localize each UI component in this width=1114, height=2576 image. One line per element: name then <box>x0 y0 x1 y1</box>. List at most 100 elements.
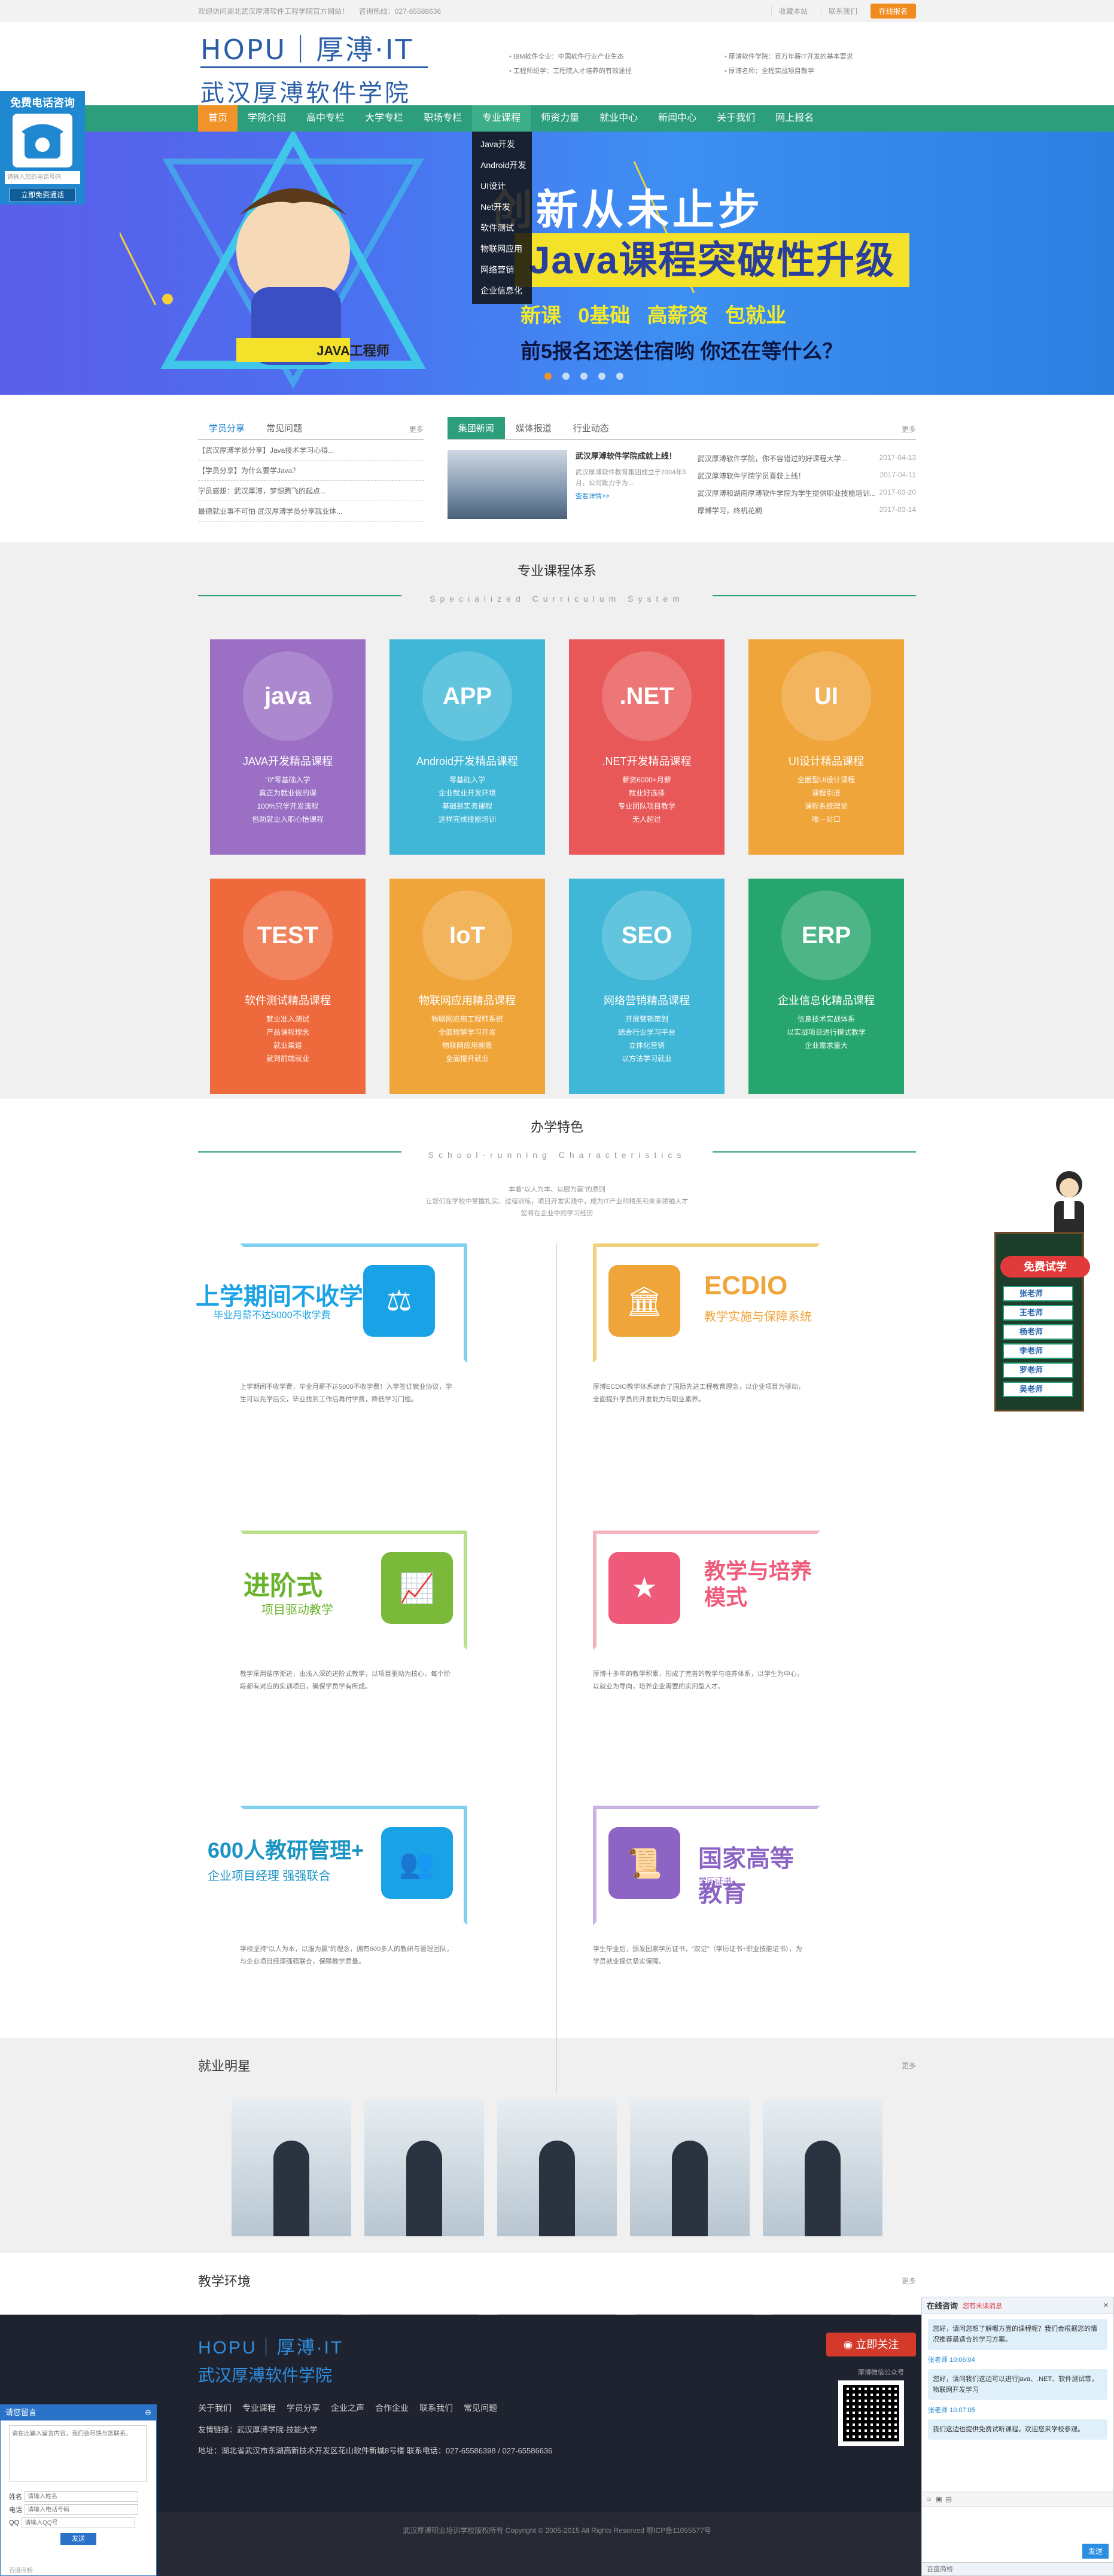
footer-link[interactable]: 合作企业 <box>375 2402 409 2414</box>
nav-item-jobs[interactable]: 就业中心 <box>589 105 648 132</box>
featured-news-title[interactable]: 武汉厚溥软件学院成就上线！ <box>576 450 689 461</box>
dropdown-item[interactable]: UI设计 <box>472 176 532 197</box>
teacher-link[interactable]: 王老师 <box>1003 1305 1073 1321</box>
teacher-link[interactable]: 吴老师 <box>1003 1382 1073 1397</box>
nav-item-home[interactable]: 首页 <box>198 105 238 132</box>
dropdown-item[interactable]: Android开发 <box>472 155 532 176</box>
footer-link[interactable]: 关于我们 <box>198 2402 232 2414</box>
qq-field[interactable] <box>22 2517 136 2528</box>
bookmark-link[interactable]: 收藏本站 <box>771 5 815 16</box>
footer-link[interactable]: 专业课程 <box>242 2402 276 2414</box>
features-heading: 办学特色 School-running Characteristics <box>198 1099 916 1160</box>
site-logo[interactable]: HOPU｜厚溥·IT 武汉厚溥软件学院 <box>198 25 497 106</box>
weibo-follow-button[interactable]: ◉ 立即关注 <box>826 2333 916 2356</box>
dropdown-item[interactable]: Java开发 <box>472 134 532 155</box>
leave-send-button[interactable]: 发送 <box>60 2533 96 2545</box>
footer-link[interactable]: 联系我们 <box>419 2402 453 2414</box>
free-call-button[interactable]: 立即免费通话 <box>9 188 76 202</box>
tab-industry-news[interactable]: 行业动态 <box>562 417 620 439</box>
phone-field[interactable] <box>25 2504 138 2515</box>
teacher-link[interactable]: 罗老师 <box>1003 1362 1073 1378</box>
news-thumbnail[interactable] <box>447 450 567 519</box>
dropdown-item[interactable]: 物联网应用 <box>472 239 532 260</box>
nav-item-about-us[interactable]: 关于我们 <box>707 105 765 132</box>
footer-link[interactable]: 企业之声 <box>331 2402 364 2414</box>
course-points: "0"零基础入学 真正为就业做的课 100%只学开发流程 包助就业入职心怡课程 <box>210 773 366 826</box>
teacher-link[interactable]: 张老师 <box>1003 1286 1073 1301</box>
carousel-dot[interactable] <box>562 373 570 380</box>
name-field[interactable] <box>25 2491 138 2502</box>
star-photo[interactable] <box>630 2099 750 2236</box>
image-icon[interactable]: ▣ <box>936 2495 942 2503</box>
star-photo[interactable] <box>763 2099 882 2236</box>
close-icon[interactable]: ✕ <box>1103 2301 1109 2309</box>
list-item[interactable]: 武汉厚溥和湖南厚溥软件学院为学生提供职业技能培训... 2017-03-20 <box>698 484 916 502</box>
tab-group-news[interactable]: 集团新闻 <box>447 417 505 439</box>
course-card[interactable]: APP Android开发精品课程 零基础入学 企业就业开发环境 基础到实务课程 这样… <box>389 639 545 855</box>
list-item[interactable]: 【武汉厚溥学员分享】Java技术学习心得... <box>198 440 424 461</box>
carousel-dot[interactable] <box>544 373 552 380</box>
dropdown-item[interactable]: Net开发 <box>472 197 532 218</box>
signup-online-button[interactable]: 在线报名 <box>870 3 916 19</box>
contact-link[interactable]: 联系我们 <box>820 5 865 16</box>
scale-icon: ⚖ <box>363 1265 435 1337</box>
chat-input-area[interactable]: ☺ ▣ ▤ 发送 百度商桥 <box>922 2492 1113 2575</box>
tab-media-reports[interactable]: 媒体报道 <box>505 417 562 439</box>
nav-item-teachers[interactable]: 师资力量 <box>531 105 589 132</box>
course-point: 基础到实务课程 <box>442 802 492 810</box>
nav-item-about-school[interactable]: 学院介绍 <box>238 105 296 132</box>
carousel-dot[interactable] <box>616 373 623 380</box>
list-item[interactable]: 武汉厚溥软件学院学员喜获上线！ 2017-04-11 <box>698 467 916 484</box>
course-card[interactable]: ERP 企业信息化精品课程 信息技术实战体系 以实战项目进行模式教学 企业需求量大 <box>748 879 904 1094</box>
tab-student-share[interactable]: 学员分享 <box>198 417 255 439</box>
emoji-icon[interactable]: ☺ <box>926 2496 932 2503</box>
course-card[interactable]: .NET .NET开发精品课程 薪资6000+月薪 就业好选择 专业团队项目教学 无人… <box>569 639 725 855</box>
tab-faq[interactable]: 常见问题 <box>255 417 313 439</box>
star-photo[interactable] <box>364 2099 484 2236</box>
right-news-more-link[interactable]: 更多 <box>902 424 916 434</box>
list-item[interactable]: 武汉厚溥软件学院，你不容错过的好课程大学... 2017-04-13 <box>698 450 916 467</box>
list-item[interactable]: 学员感想：武汉厚溥，梦想腾飞的起点... <box>198 481 424 501</box>
course-card[interactable]: IoT 物联网应用精品课程 物联网应用工程师系统 全面理解学习开发 物联网应用前景全… <box>389 879 545 1094</box>
nav-item-college[interactable]: 大学专栏 <box>355 105 413 132</box>
nav-item-signup[interactable]: 网上报名 <box>765 105 824 132</box>
star-photo[interactable] <box>497 2099 617 2236</box>
list-item[interactable]: 【学员分享】为什么要学Java？ <box>198 461 424 481</box>
hero-banner[interactable]: JAVA工程师 创新从未止步 Java课程突破性升级 新课 0基础 高薪资 包就… <box>0 132 1114 395</box>
feature-no-tuition: 上学期间不收学费 毕业月薪不达5000不收学费 ⚖ 上学期间不收学费，毕业月薪不… <box>196 1243 491 1406</box>
left-news-more-link[interactable]: 更多 <box>409 424 424 434</box>
nav-item-courses[interactable]: 专业课程 Java开发 Android开发 UI设计 Net开发 软件测试 物联… <box>472 105 532 304</box>
free-trial-button[interactable]: 免费试学 <box>1000 1256 1090 1278</box>
footer-link[interactable]: 常见问题 <box>464 2402 497 2414</box>
chat-sender-time: 张老师 10:06:04 <box>928 2356 975 2364</box>
nav-item-news[interactable]: 新闻中心 <box>648 105 707 132</box>
chat-send-button[interactable]: 发送 <box>1082 2544 1109 2559</box>
list-item[interactable]: 厚博学习，终机花期 2017-03-14 <box>698 502 916 519</box>
dropdown-item[interactable]: 网络营销 <box>472 260 532 281</box>
carousel-dot[interactable] <box>598 373 605 380</box>
course-card[interactable]: TEST 软件测试精品课程 就业准入测试 产品课程理念 就业渠道 就到前端就业 <box>210 879 366 1094</box>
course-card[interactable]: java JAVA开发精品课程 "0"零基础入学 真正为就业做的课 100%只学开发… <box>210 639 366 855</box>
dropdown-item[interactable]: 企业信息化 <box>472 281 532 301</box>
course-card[interactable]: UI UI设计精品课程 全面型UI设计课程 课程引进 课程系统理论 唯一对口 <box>748 639 904 855</box>
footer-link[interactable]: 学员分享 <box>287 2402 320 2414</box>
featured-news-more[interactable]: 查看详情>> <box>576 491 689 501</box>
course-point: 全面提升就业 <box>445 1054 489 1063</box>
env-more-link[interactable]: 更多 <box>902 2276 916 2286</box>
list-item[interactable]: 最德就业事不可怕 武汉厚溥学员分享就业体... <box>198 501 424 522</box>
friend-links[interactable]: 友情链接：武汉厚溥学院·技能大学 <box>198 2423 916 2435</box>
nav-item-highschool[interactable]: 高中专栏 <box>296 105 355 132</box>
carousel-dot[interactable] <box>580 373 588 380</box>
course-card[interactable]: SEO 网络营销精品课程 开展营销策划 结合行业学习平台 立体化营销 以方法学习就业 <box>569 879 725 1094</box>
star-photo[interactable] <box>232 2099 351 2236</box>
teacher-link[interactable]: 李老师 <box>1003 1343 1073 1359</box>
course-point: 无人超过 <box>632 815 661 824</box>
minimize-icon[interactable]: ⊖ <box>145 2405 151 2420</box>
nav-item-career[interactable]: 职场专栏 <box>413 105 472 132</box>
teacher-link[interactable]: 杨老师 <box>1003 1324 1073 1340</box>
stars-more-link[interactable]: 更多 <box>902 2060 916 2071</box>
dropdown-item[interactable]: 软件测试 <box>472 218 532 239</box>
file-icon[interactable]: ▤ <box>946 2495 952 2503</box>
message-textarea[interactable] <box>9 2425 147 2482</box>
phone-number-input[interactable]: 请输入您的电话号码 <box>5 171 80 184</box>
